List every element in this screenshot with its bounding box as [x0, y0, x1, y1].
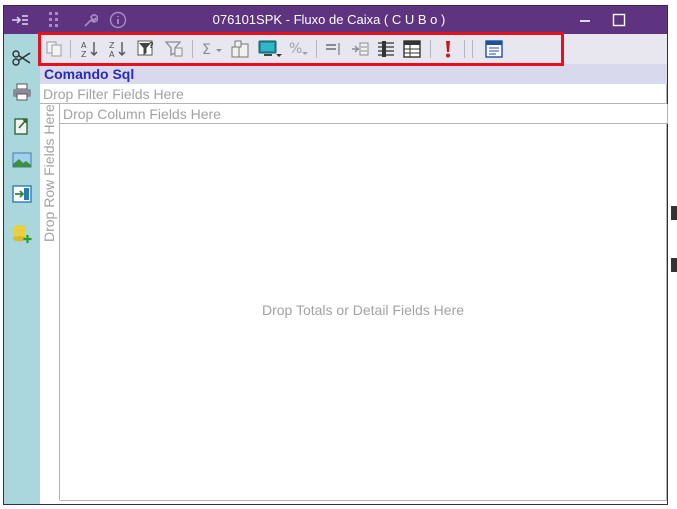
import-icon[interactable]	[12, 184, 32, 204]
sort-ascending-icon[interactable]: AZ	[80, 38, 100, 60]
wrench-icon[interactable]	[80, 10, 100, 30]
export-icon[interactable]	[12, 116, 32, 136]
sidebar-toggle-icon[interactable]	[10, 10, 30, 30]
expand-row-icon[interactable]	[350, 38, 370, 60]
edge-marker	[671, 258, 677, 272]
svg-text:%: %	[289, 41, 302, 57]
filter-drop-placeholder: Drop Filter Fields Here	[43, 86, 184, 102]
add-database-icon[interactable]	[12, 224, 32, 244]
filter-drop-zone[interactable]: Drop Filter Fields Here	[40, 84, 667, 104]
collapse-row-icon[interactable]	[324, 38, 344, 60]
percent-icon[interactable]: %	[288, 38, 310, 60]
alert-icon[interactable]	[438, 38, 458, 60]
column-drop-zone[interactable]: Drop Column Fields Here	[59, 104, 668, 124]
command-header: Comando Sql	[40, 64, 667, 85]
export-report-icon[interactable]	[484, 38, 504, 60]
filter-icon[interactable]: ?	[136, 38, 156, 60]
toolbar-separator	[464, 40, 465, 58]
minimize-icon[interactable]	[574, 10, 596, 30]
sort-descending-icon[interactable]: ZA	[108, 38, 128, 60]
toolbar-separator	[316, 40, 317, 58]
data-drop-zone[interactable]: Drop Totals or Detail Fields Here	[60, 124, 667, 501]
chart-icon[interactable]	[258, 38, 282, 60]
svg-text:A: A	[109, 50, 115, 59]
edge-marker	[671, 206, 677, 220]
svg-text:?: ?	[149, 41, 154, 50]
clear-filter-icon[interactable]	[164, 38, 184, 60]
app-window: 076101SPK - Fluxo de Caixa ( C U B o ) A…	[3, 5, 668, 505]
scissors-icon[interactable]	[12, 48, 32, 68]
toolbar-separator	[192, 40, 193, 58]
svg-text:Σ: Σ	[202, 42, 211, 58]
column-drop-placeholder: Drop Column Fields Here	[63, 106, 221, 122]
info-icon[interactable]	[108, 10, 128, 30]
svg-text:Z: Z	[81, 50, 87, 59]
pivot-toolbar: AZ ZA ? Σ %	[40, 34, 667, 64]
row-drop-placeholder: Drop Row Fields Here	[41, 104, 57, 242]
title-bar: 076101SPK - Fluxo de Caixa ( C U B o )	[4, 6, 667, 34]
maximize-icon[interactable]	[608, 10, 630, 30]
toolbar-separator	[430, 40, 431, 58]
left-toolbar	[4, 34, 40, 504]
toolbar-separator	[472, 40, 473, 58]
picture-icon[interactable]	[12, 150, 32, 170]
svg-text:A: A	[81, 41, 87, 50]
grid-icon[interactable]	[44, 10, 64, 30]
insert-column-icon[interactable]	[376, 38, 396, 60]
data-drop-placeholder: Drop Totals or Detail Fields Here	[261, 302, 465, 318]
command-label: Comando Sql	[44, 66, 135, 82]
row-drop-zone[interactable]: Drop Row Fields Here	[40, 104, 60, 500]
copy-icon[interactable]	[44, 38, 64, 60]
toolbar-separator	[70, 40, 71, 58]
window-title: 076101SPK - Fluxo de Caixa ( C U B o )	[212, 12, 446, 27]
sum-icon[interactable]: Σ	[200, 38, 226, 60]
field-list-icon[interactable]	[230, 38, 250, 60]
grid-settings-icon[interactable]	[402, 38, 422, 60]
printer-icon[interactable]	[12, 82, 32, 102]
pivot-grid: Comando Sql Drop Filter Fields Here Drop…	[40, 64, 668, 504]
svg-text:Z: Z	[109, 41, 115, 50]
